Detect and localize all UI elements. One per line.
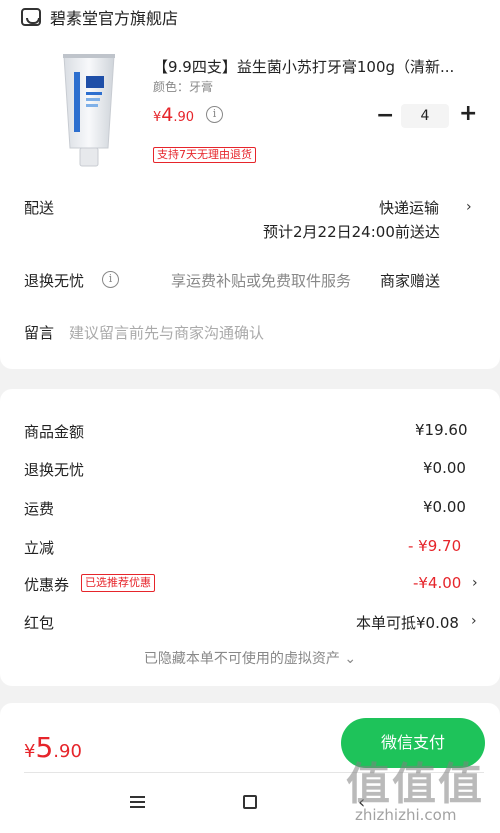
worry-free-value: 商家赠送 [380, 272, 441, 290]
product-spec[interactable]: 颜色：牙膏 [153, 78, 213, 95]
summary-label-shipping: 运费 [24, 500, 55, 518]
summary-value-shipping: ¥0.00 [423, 498, 466, 516]
home-icon[interactable] [243, 795, 257, 809]
info-icon[interactable]: i [206, 106, 223, 123]
order-card: 碧素堂官方旗舰店 【9.9四支】益生菌小苏打牙膏100g（清新... 颜色：牙膏… [0, 0, 500, 369]
total-dec: .90 [53, 741, 82, 762]
hidden-assets-toggle[interactable]: 已隐藏本单不可使用的虚拟资产 ⌄ [0, 648, 500, 668]
quantity-plus-button[interactable]: + [459, 101, 477, 126]
chevron-right-icon[interactable]: › [471, 613, 477, 629]
menu-icon[interactable] [130, 796, 145, 808]
return-policy-tag: 支持7天无理由退货 [153, 147, 256, 163]
info-icon[interactable]: i [102, 271, 119, 288]
summary-label-discount: 立减 [24, 539, 55, 557]
price-dec: .90 [173, 110, 195, 125]
product-title[interactable]: 【9.9四支】益生菌小苏打牙膏100g（清新... [153, 56, 473, 77]
price-int: 4 [161, 104, 174, 126]
worry-free-label: 退换无忧 [24, 272, 85, 290]
summary-label-redpacket[interactable]: 红包 [24, 612, 54, 633]
summary-value-coupon[interactable]: -¥4.00 [413, 574, 461, 592]
store-name[interactable]: 碧素堂官方旗舰店 [50, 5, 178, 29]
worry-free-desc: 享运费补贴或免费取件服务 [171, 272, 352, 290]
chevron-right-icon[interactable]: › [472, 575, 478, 591]
watermark-url: zhizhizhi.com [355, 806, 457, 824]
quantity-minus-button[interactable]: − [376, 103, 394, 128]
total-currency: ¥ [24, 741, 36, 762]
summary-value-goods: ¥19.60 [415, 421, 468, 439]
summary-label-goods: 商品金额 [24, 423, 85, 441]
product-image[interactable] [58, 52, 120, 170]
coupon-tag[interactable]: 已选推荐优惠 [81, 574, 155, 592]
message-input[interactable]: 建议留言前先与商家沟通确认 [69, 322, 264, 343]
summary-label-coupon[interactable]: 优惠券 [24, 574, 69, 595]
summary-value-worry-free: ¥0.00 [423, 459, 466, 477]
summary-label-worry-free: 退换无忧 [24, 461, 85, 479]
store-icon [21, 8, 41, 26]
quantity-input[interactable]: 4 [401, 104, 449, 128]
total-price: ¥5.90 [24, 731, 82, 764]
delivery-label: 配送 [24, 199, 55, 217]
watermark-logo: 值值值 [346, 759, 484, 810]
delivery-eta: 预计2月22日24:00前送达 [263, 223, 440, 241]
summary-value-discount: - ¥9.70 [408, 537, 462, 555]
message-label: 留言 [24, 324, 55, 342]
total-int: 5 [35, 731, 54, 764]
delivery-method[interactable]: 快递运输 [379, 197, 439, 218]
chevron-right-icon[interactable]: › [466, 199, 472, 215]
unit-price: ¥4.90 [153, 104, 194, 126]
summary-value-redpacket[interactable]: 本单可抵¥0.08 [356, 612, 459, 633]
